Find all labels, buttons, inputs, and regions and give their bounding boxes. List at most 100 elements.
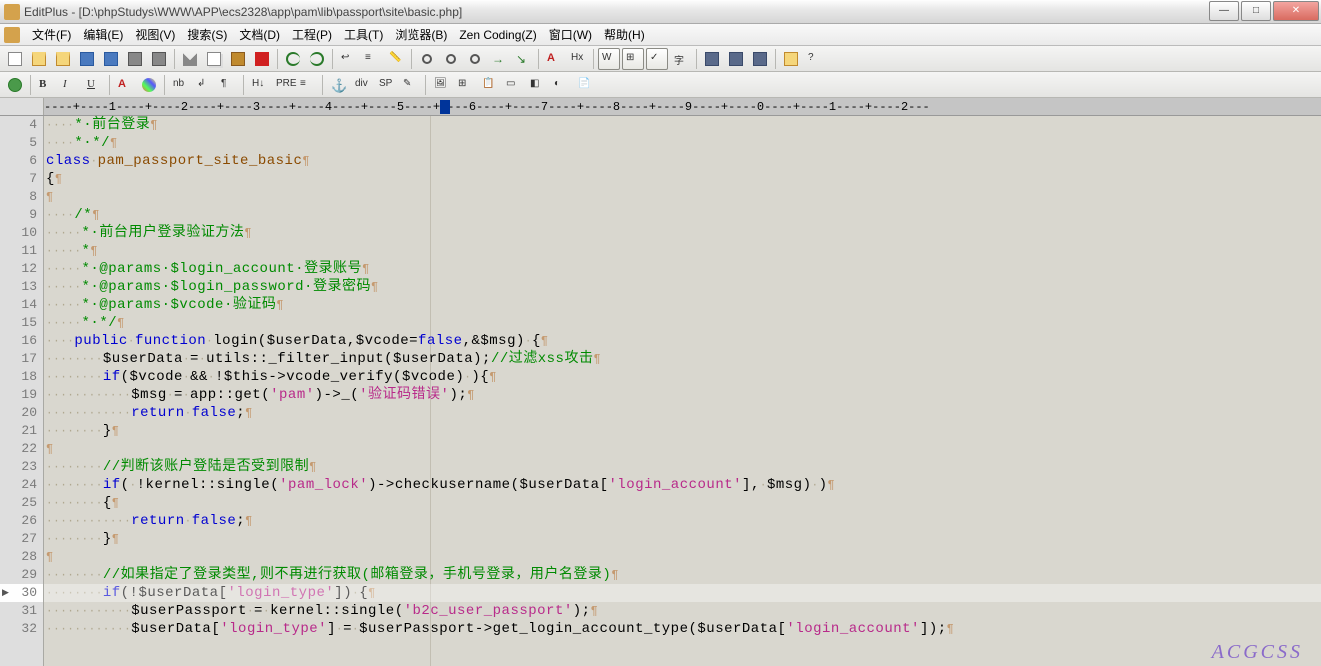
- object-icon[interactable]: ◧: [526, 74, 548, 96]
- bold-icon[interactable]: B: [35, 74, 57, 96]
- code-line[interactable]: ········//判断该账户登陆是否受到限制¶: [46, 458, 1321, 476]
- close-button[interactable]: ✕: [1273, 1, 1319, 21]
- save-all-icon[interactable]: [100, 48, 122, 70]
- globe-icon[interactable]: [4, 74, 26, 96]
- code-line[interactable]: ········$userData·=·utils::_filter_input…: [46, 350, 1321, 368]
- paste-icon[interactable]: [227, 48, 249, 70]
- code-line[interactable]: ············return·false;¶: [46, 512, 1321, 530]
- img-icon[interactable]: 🖼: [430, 74, 452, 96]
- line-number[interactable]: 23: [0, 458, 43, 476]
- code-line[interactable]: ·····*·*/¶: [46, 314, 1321, 332]
- code-line[interactable]: ·····*·@params·$vcode·验证码¶: [46, 296, 1321, 314]
- ruler[interactable]: ----+----1----+----2----+----3----+----4…: [44, 98, 1321, 115]
- div-icon[interactable]: div: [351, 74, 373, 96]
- line-number[interactable]: 9: [0, 206, 43, 224]
- code-line[interactable]: ¶: [46, 440, 1321, 458]
- wordwrap-toggle-icon[interactable]: W: [598, 48, 620, 70]
- line-number[interactable]: 22: [0, 440, 43, 458]
- line-number[interactable]: 27: [0, 530, 43, 548]
- line-number[interactable]: 14: [0, 296, 43, 314]
- line-number[interactable]: 18: [0, 368, 43, 386]
- browser1-icon[interactable]: [701, 48, 723, 70]
- code-line[interactable]: ········}¶: [46, 422, 1321, 440]
- nbsp-icon[interactable]: nb: [169, 74, 191, 96]
- print-preview-icon[interactable]: [148, 48, 170, 70]
- code-line[interactable]: ·····*·前台用户登录验证方法¶: [46, 224, 1321, 242]
- line-number[interactable]: 31: [0, 602, 43, 620]
- menu-2[interactable]: 视图(V): [129, 26, 181, 44]
- line-number[interactable]: 4: [0, 116, 43, 134]
- goto-icon[interactable]: →: [488, 48, 510, 70]
- open-icon[interactable]: [28, 48, 50, 70]
- code-line[interactable]: ····*·前台登录¶: [46, 116, 1321, 134]
- menu-5[interactable]: 工程(P): [286, 26, 338, 44]
- code-line[interactable]: ········{¶: [46, 494, 1321, 512]
- code-line[interactable]: ·····*¶: [46, 242, 1321, 260]
- line-number[interactable]: 11: [0, 242, 43, 260]
- browser2-icon[interactable]: [725, 48, 747, 70]
- code-editor[interactable]: ····*·前台登录¶····*·*/¶class·pam_passport_s…: [44, 116, 1321, 666]
- para-icon[interactable]: ¶: [217, 74, 239, 96]
- bookmark-icon[interactable]: ↘: [512, 48, 534, 70]
- line-number[interactable]: 30: [0, 584, 43, 602]
- line-number[interactable]: 16: [0, 332, 43, 350]
- underline-icon[interactable]: U: [83, 74, 105, 96]
- minimize-button[interactable]: —: [1209, 1, 1239, 21]
- line-number[interactable]: 25: [0, 494, 43, 512]
- menu-7[interactable]: 浏览器(B): [389, 26, 453, 44]
- find-files-icon[interactable]: [464, 48, 486, 70]
- line-number[interactable]: 12: [0, 260, 43, 278]
- menu-1[interactable]: 编辑(E): [77, 26, 129, 44]
- line-number[interactable]: 15: [0, 314, 43, 332]
- terminal-icon[interactable]: [780, 48, 802, 70]
- comment-icon[interactable]: ✎: [399, 74, 421, 96]
- line-number[interactable]: 8: [0, 188, 43, 206]
- table-icon[interactable]: ⊞: [454, 74, 476, 96]
- maximize-button[interactable]: □: [1241, 1, 1271, 21]
- code-line[interactable]: ········if($vcode·&&·!$this->vcode_verif…: [46, 368, 1321, 386]
- code-line[interactable]: ¶: [46, 548, 1321, 566]
- new-icon[interactable]: [4, 48, 26, 70]
- menu-10[interactable]: 帮助(H): [598, 26, 651, 44]
- menu-app-icon[interactable]: [4, 27, 20, 43]
- line-number[interactable]: 24: [0, 476, 43, 494]
- palette-icon[interactable]: [138, 74, 160, 96]
- menu-4[interactable]: 文档(D): [233, 26, 286, 44]
- code-line[interactable]: ········if(·!kernel::single('pam_lock')-…: [46, 476, 1321, 494]
- code-line[interactable]: ····*·*/¶: [46, 134, 1321, 152]
- find-icon[interactable]: [416, 48, 438, 70]
- span-icon[interactable]: SP: [375, 74, 397, 96]
- browser3-icon[interactable]: [749, 48, 771, 70]
- code-line[interactable]: ········}¶: [46, 530, 1321, 548]
- save-icon[interactable]: [76, 48, 98, 70]
- menu-0[interactable]: 文件(F): [26, 26, 77, 44]
- spell-icon[interactable]: ✓: [646, 48, 668, 70]
- undo-icon[interactable]: [282, 48, 304, 70]
- code-line[interactable]: ·····*·@params·$login_password·登录密码¶: [46, 278, 1321, 296]
- print-icon[interactable]: [124, 48, 146, 70]
- line-number[interactable]: 32: [0, 620, 43, 638]
- line-number[interactable]: 7: [0, 170, 43, 188]
- line-number[interactable]: 10: [0, 224, 43, 242]
- code-line[interactable]: ············$userPassport·=·kernel::sing…: [46, 602, 1321, 620]
- line-number[interactable]: 6: [0, 152, 43, 170]
- line-number[interactable]: 13: [0, 278, 43, 296]
- help-icon[interactable]: ?: [804, 48, 826, 70]
- form-icon[interactable]: 📋: [478, 74, 500, 96]
- menu-9[interactable]: 窗口(W): [543, 26, 598, 44]
- menu-8[interactable]: Zen Coding(Z): [453, 26, 542, 44]
- code-line[interactable]: ·····*·@params·$login_account·登录账号¶: [46, 260, 1321, 278]
- open-remote-icon[interactable]: [52, 48, 74, 70]
- line-number[interactable]: 21: [0, 422, 43, 440]
- css-icon[interactable]: ◐: [550, 74, 572, 96]
- ruler-icon[interactable]: 📏: [385, 48, 407, 70]
- italic-icon[interactable]: I: [59, 74, 81, 96]
- column-icon[interactable]: ⊞: [622, 48, 644, 70]
- replace-icon[interactable]: [440, 48, 462, 70]
- list-icon[interactable]: ≡: [296, 74, 318, 96]
- line-number[interactable]: 19: [0, 386, 43, 404]
- pre-icon[interactable]: PRE: [272, 74, 294, 96]
- code-line[interactable]: ¶: [46, 188, 1321, 206]
- code-line[interactable]: ····public·function·login($userData,$vco…: [46, 332, 1321, 350]
- anchor-icon[interactable]: ⚓: [327, 74, 349, 96]
